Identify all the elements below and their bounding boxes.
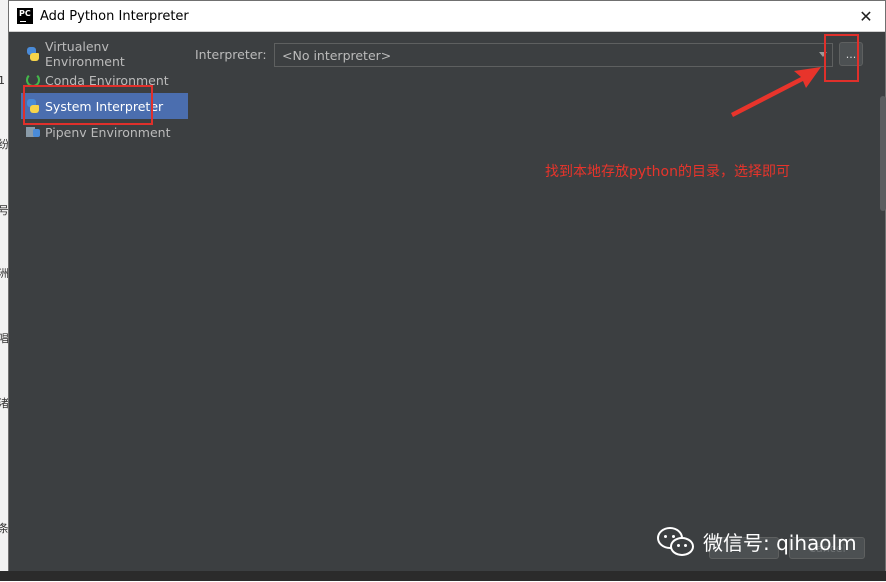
watermark-text: 微信号: qihaolm xyxy=(703,530,857,555)
bg-char: 1 xyxy=(0,74,5,87)
wechat-watermark: 微信号: qihaolm xyxy=(657,525,857,557)
annotation-arrow xyxy=(731,67,821,117)
taskbar-edge xyxy=(0,571,886,581)
wechat-icon xyxy=(657,525,695,557)
annotation-text: 找到本地存放python的目录，选择即可 xyxy=(545,164,790,180)
add-python-interpreter-dialog: PC Add Python Interpreter ✕ Virtualenv E… xyxy=(8,0,886,581)
